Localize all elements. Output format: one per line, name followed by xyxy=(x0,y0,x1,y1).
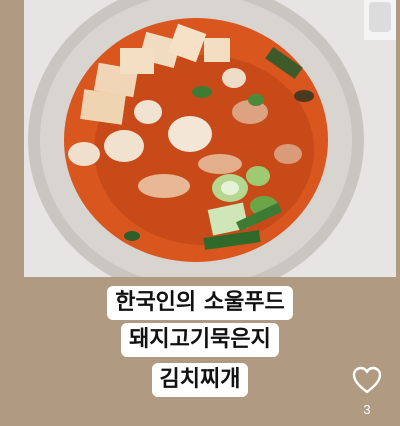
caption-text-1: 한국인의 소울푸드 xyxy=(107,286,293,320)
like-count: 3 xyxy=(363,402,371,417)
like-button[interactable] xyxy=(352,366,382,394)
heart-outline-icon xyxy=(352,366,382,394)
caption-text-2: 돼지고기묵은지 xyxy=(121,323,279,357)
food-photo[interactable] xyxy=(24,0,396,277)
caption-line-2: 돼지고기묵은지 xyxy=(0,323,400,357)
caption-text-3: 김치찌개 xyxy=(151,363,249,397)
caption-line-3: 김치찌개 xyxy=(0,363,400,397)
caption-line-1: 한국인의 소울푸드 xyxy=(0,286,400,320)
